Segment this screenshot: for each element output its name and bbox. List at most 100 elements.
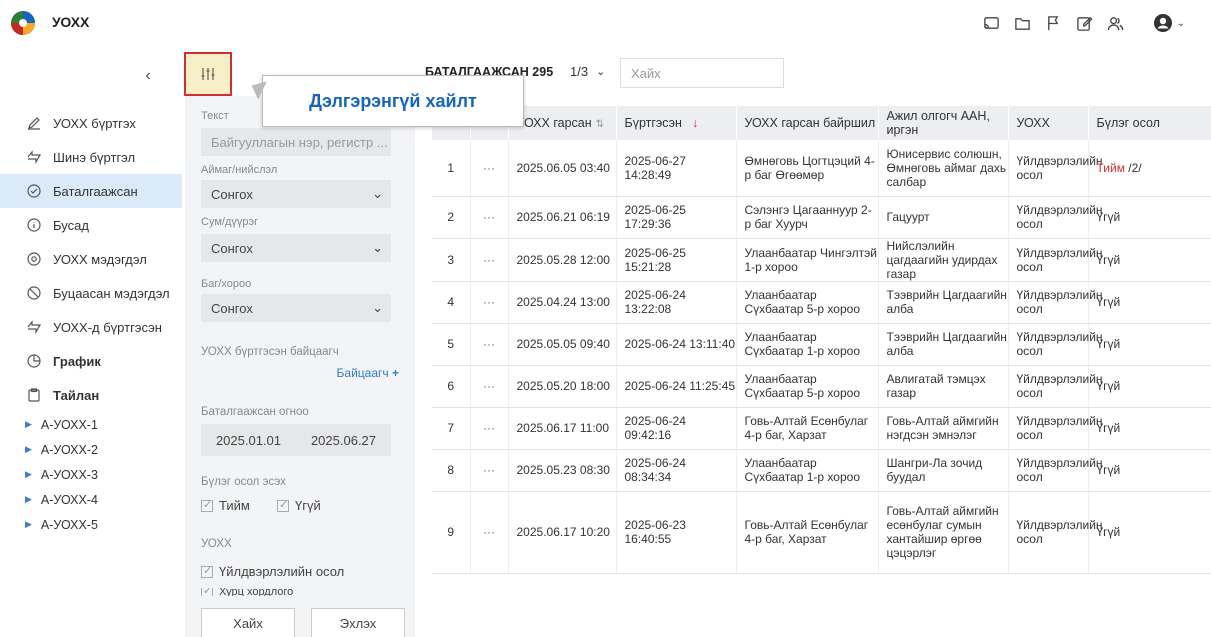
- cell-group: Үгүй: [1088, 407, 1211, 450]
- sidebar-subitem[interactable]: ▶ А-УОХХ-5: [0, 512, 182, 537]
- cell-type: Үйлдвэрлэлийн осол: [1008, 196, 1103, 239]
- cell-location: Улаанбаатар Чингэлтэй 1-р хороо: [736, 238, 879, 282]
- more-actions-icon[interactable]: ···: [470, 281, 509, 324]
- table-row[interactable]: 7 ··· 2025.06.17 11:00 2025-06-24 09:42:16 Г…: [432, 407, 1211, 450]
- sidebar-item-chart[interactable]: График: [0, 344, 182, 378]
- sidebar-item-report[interactable]: Тайлан: [0, 378, 182, 412]
- table-row[interactable]: 2 ··· 2025.06.21 06:19 2025-06-25 17:29:36 С…: [432, 196, 1211, 239]
- collapse-sidebar-button[interactable]: ‹: [128, 56, 168, 96]
- aimag-label: Аймаг/нийслэл: [201, 164, 278, 176]
- table-row[interactable]: 5 ··· 2025.05.05 09:40 2025-06-24 13:11:40 У…: [432, 323, 1211, 366]
- checkbox-icon: [277, 498, 289, 512]
- cell-occurred: 2025.05.20 18:00: [508, 365, 617, 408]
- users-icon[interactable]: [1100, 8, 1131, 38]
- bag-select[interactable]: Сонгох ⌄: [201, 294, 391, 322]
- more-actions-icon[interactable]: ···: [470, 491, 509, 574]
- sidebar-subitem[interactable]: ▶ А-УОХХ-4: [0, 487, 182, 512]
- row-number: 8: [432, 449, 471, 492]
- row-number: 6: [432, 365, 471, 408]
- folder-icon[interactable]: [1007, 8, 1038, 38]
- cast-icon[interactable]: [976, 8, 1007, 38]
- chevron-down-icon: ⌄: [1176, 17, 1186, 29]
- table-row[interactable]: 6 ··· 2025.05.20 18:00 2025-06-24 11:25:45 У…: [432, 365, 1211, 408]
- advanced-filter-button[interactable]: [184, 52, 232, 96]
- table-row[interactable]: 1 ··· 2025.06.05 03:40 2025-06-27 14:28:49 Ө…: [432, 140, 1211, 197]
- sum-select[interactable]: Сонгох ⌄: [201, 234, 391, 262]
- search-button[interactable]: Хайх: [201, 608, 295, 637]
- triangle-right-icon: ▶: [25, 469, 32, 479]
- col-group[interactable]: Бүлэг осол: [1088, 106, 1211, 140]
- sidebar-item-registered[interactable]: УОХХ-д бүртгэсэн: [0, 310, 182, 344]
- sidebar-item-label: Бусад: [53, 217, 89, 233]
- sidebar-subitem[interactable]: ▶ А-УОХХ-1: [0, 412, 182, 437]
- col-location[interactable]: УОХХ гарсан байршил: [736, 106, 879, 140]
- col-registered[interactable]: Бүртгэсэн ↓: [616, 106, 737, 140]
- flag-icon[interactable]: [1038, 8, 1069, 38]
- group-value: Үгүй: [1096, 252, 1121, 267]
- text-filter-input[interactable]: Байгууллагын нэр, регистр ...: [201, 128, 391, 156]
- cell-group: Үгүй: [1088, 281, 1211, 324]
- sidebar-subitem[interactable]: ▶ А-УОХХ-2: [0, 437, 182, 462]
- col-type[interactable]: УОХХ: [1008, 106, 1089, 140]
- add-inspector-link[interactable]: Байцаагч +: [337, 366, 399, 380]
- more-actions-icon[interactable]: ···: [470, 238, 509, 282]
- edit-icon[interactable]: [1069, 8, 1100, 38]
- aimag-select[interactable]: Сонгох ⌄: [201, 180, 391, 208]
- sidebar-subitem[interactable]: ▶ А-УОХХ-3: [0, 462, 182, 487]
- pie-chart-icon: [27, 354, 41, 368]
- triangle-right-icon: ▶: [25, 419, 32, 429]
- sidebar-item-label: Шинэ бүртгэл: [53, 149, 136, 165]
- sidebar-item-new[interactable]: Шинэ бүртгэл: [0, 140, 182, 174]
- search-input[interactable]: Хайх: [620, 58, 784, 88]
- more-actions-icon[interactable]: ···: [470, 140, 509, 197]
- sidebar-item-confirmed[interactable]: Баталгаажсан: [0, 174, 182, 208]
- more-actions-icon[interactable]: ···: [470, 323, 509, 366]
- more-actions-icon[interactable]: ···: [470, 407, 509, 450]
- more-actions-icon[interactable]: ···: [470, 449, 509, 492]
- group-label: Бүлэг осол эсэх: [201, 476, 286, 488]
- cell-group: Үгүй: [1088, 449, 1211, 492]
- row-number: 9: [432, 491, 471, 574]
- group-value: Үгүй: [1096, 337, 1121, 351]
- date-from[interactable]: 2025.01.01: [201, 424, 296, 456]
- table-row[interactable]: 4 ··· 2025.04.24 13:00 2025-06-24 13:22:08 У…: [432, 281, 1211, 324]
- cell-group: Үгүй: [1088, 196, 1211, 239]
- more-actions-icon[interactable]: ···: [470, 365, 509, 408]
- page-select[interactable]: 1/3 ⌄: [570, 64, 605, 79]
- cell-occurred: 2025.05.23 08:30: [508, 449, 617, 492]
- sidebar-item-label: Баталгаажсан: [53, 183, 138, 199]
- cell-location: Улаанбаатар Сүхбаатар 5-р хороо: [736, 281, 879, 324]
- group-value: Үгүй: [1096, 295, 1121, 309]
- cell-registered: 2025-06-24 13:22:08: [616, 281, 737, 324]
- table-row[interactable]: 9 ··· 2025.06.17 10:20 2025-06-23 16:40:55 Г…: [432, 491, 1211, 574]
- table-row[interactable]: 3 ··· 2025.05.28 12:00 2025-06-25 15:21:28 У…: [432, 238, 1211, 282]
- cell-type: Үйлдвэрлэлийн осол: [1008, 323, 1103, 366]
- clipboard-icon: [27, 388, 41, 402]
- group-value: Үгүй: [1096, 463, 1121, 477]
- sidebar-item-label: Буцаасан мэдэгдэл: [53, 285, 170, 301]
- cell-employer: Говь-Алтай аймгийн нэгдсэн эмнэлэг: [878, 407, 1009, 450]
- sidebar-item-notice[interactable]: УОХХ мэдэгдэл: [0, 242, 182, 276]
- type-industrial-checkbox[interactable]: Үйлдвэрлэлийн осол: [201, 564, 344, 579]
- reset-button[interactable]: Эхлэх: [311, 608, 405, 637]
- more-actions-icon[interactable]: ···: [470, 196, 509, 239]
- col-employer[interactable]: Ажил олгогч ААН, иргэн: [878, 106, 1009, 140]
- sidebar-item-other[interactable]: Бусад: [0, 208, 182, 242]
- group-value: Тийм: [1096, 160, 1125, 175]
- cell-registered: 2025-06-24 08:34:34: [616, 449, 737, 492]
- group-yes-checkbox[interactable]: Тийм: [201, 498, 250, 513]
- cell-type: Үйлдвэрлэлийн осол: [1008, 491, 1103, 574]
- table-row[interactable]: 8 ··· 2025.05.23 08:30 2025-06-24 08:34:34 У…: [432, 449, 1211, 492]
- sidebar-item-register[interactable]: УОХХ бүртгэх: [0, 106, 182, 140]
- cell-type: Үйлдвэрлэлийн осол: [1008, 449, 1103, 492]
- date-label: Баталгаажсан огноо: [201, 406, 309, 418]
- col-occurred[interactable]: УОХХ гарсан ⇅: [508, 106, 617, 140]
- type-poisoning-checkbox[interactable]: Хурц хордлого: [201, 588, 293, 596]
- date-to[interactable]: 2025.06.27: [296, 424, 391, 456]
- date-range[interactable]: 2025.01.01 2025.06.27: [201, 424, 391, 456]
- top-header: УОХХ ⌄: [0, 0, 1211, 46]
- sidebar-item-returned[interactable]: Буцаасан мэдэгдэл: [0, 276, 182, 310]
- group-no-checkbox[interactable]: Үгүй: [277, 498, 321, 513]
- user-menu[interactable]: ⌄: [1145, 8, 1193, 38]
- triangle-right-icon: ▶: [25, 494, 32, 504]
